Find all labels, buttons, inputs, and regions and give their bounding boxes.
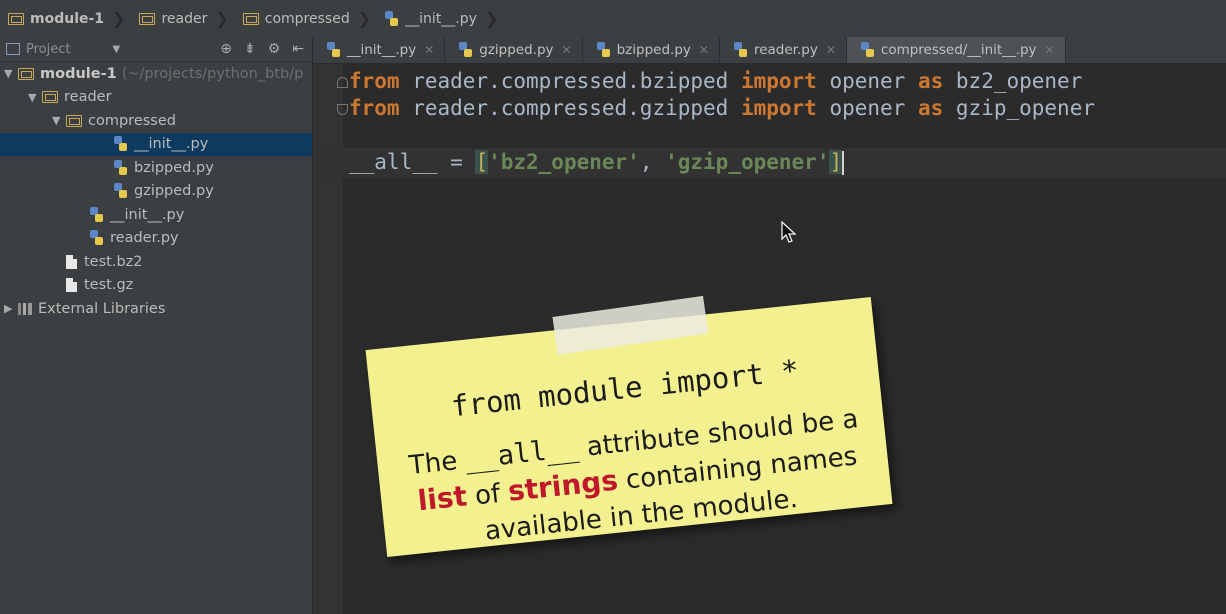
- tree-item[interactable]: test.bz2: [0, 250, 312, 274]
- python-file-icon: [385, 10, 399, 27]
- tree-item[interactable]: ▼ compressed: [0, 109, 312, 133]
- breadcrumb-module-1[interactable]: module-1 ❯: [0, 0, 131, 37]
- collapse-arrow-icon[interactable]: ▼: [4, 67, 18, 80]
- fold-marker-icon[interactable]: [337, 104, 348, 115]
- chevron-down-icon[interactable]: ▼: [112, 44, 120, 55]
- tree-item[interactable]: ▼ module-1 (~/projects/python_btb/p: [0, 62, 312, 86]
- tree-item-label: module-1: [40, 65, 117, 82]
- close-tab-icon[interactable]: ✕: [1045, 43, 1055, 57]
- package-icon: [139, 12, 156, 25]
- python-file-icon: [114, 183, 128, 199]
- editor-tab-label: gzipped.py: [479, 42, 554, 58]
- breadcrumb-init-py[interactable]: __init__.py ❯: [377, 0, 504, 37]
- collapse-arrow-icon[interactable]: ▼: [28, 91, 42, 104]
- tree-item-label: test.bz2: [84, 253, 143, 270]
- tree-item[interactable]: bzipped.py: [0, 156, 312, 180]
- tree-item-label: __init__.py: [134, 136, 209, 153]
- editor-tab[interactable]: bzipped.py ✕: [583, 37, 720, 63]
- python-file-icon: [90, 206, 104, 223]
- breadcrumb-reader[interactable]: reader ❯: [131, 0, 234, 37]
- library-icon: [18, 302, 32, 315]
- python-file-icon: [596, 42, 611, 58]
- text-caret: [842, 151, 845, 175]
- project-tree: ▼ module-1 (~/projects/python_btb/p ▼ reader…: [0, 62, 312, 321]
- gear-icon[interactable]: ⚙: [268, 41, 281, 57]
- project-panel-header: Project ▼ ⊕ ⇟ ⚙ ⇤: [0, 37, 312, 62]
- tree-item-label: __init__.py: [110, 206, 185, 223]
- tree-item-label: compressed: [88, 112, 176, 129]
- code-line-4: __all__ = ['bz2_opener', 'gzip_opener']: [349, 150, 845, 175]
- tree-item-label: bzipped.py: [134, 159, 214, 176]
- folder-icon: [42, 91, 58, 104]
- tree-item-label: External Libraries: [38, 300, 166, 317]
- close-tab-icon[interactable]: ✕: [699, 43, 709, 57]
- project-view-selector[interactable]: Project: [26, 42, 70, 57]
- code-content: from reader.compressed.bzipped import op…: [349, 68, 1095, 176]
- tree-item[interactable]: __init__.py: [0, 203, 312, 227]
- file-icon: [66, 278, 77, 293]
- file-icon: [66, 254, 77, 269]
- breadcrumb-separator-icon: ❯: [357, 9, 372, 28]
- editor-tab[interactable]: gzipped.py ✕: [445, 37, 583, 63]
- tree-item[interactable]: gzipped.py: [0, 180, 312, 204]
- tree-item-label: reader: [64, 89, 112, 106]
- close-tab-icon[interactable]: ✕: [826, 43, 836, 57]
- tree-item-label: reader.py: [110, 230, 179, 247]
- editor-tab-label: reader.py: [753, 42, 818, 58]
- mouse-pointer-icon: [781, 221, 797, 243]
- scroll-from-source-icon[interactable]: ⊕: [220, 41, 232, 57]
- python-file-icon: [327, 42, 341, 58]
- python-file-icon: [90, 230, 104, 246]
- tree-item[interactable]: test.gz: [0, 274, 312, 298]
- code-line-1: from reader.compressed.bzipped import op…: [349, 69, 1083, 93]
- close-tab-icon[interactable]: ✕: [424, 43, 434, 57]
- folder-icon: [18, 67, 34, 80]
- navigation-breadcrumb: module-1 ❯ reader ❯ compressed ❯ __init_…: [0, 0, 1226, 38]
- tree-item[interactable]: ▼ reader: [0, 86, 312, 110]
- python-file-icon: [459, 42, 473, 58]
- collapse-arrow-icon[interactable]: ▼: [52, 114, 66, 127]
- python-file-icon: [860, 42, 875, 58]
- editor-tab[interactable]: reader.py ✕: [720, 37, 847, 63]
- editor-tab-label: __init__.py: [347, 42, 417, 58]
- editor-tab[interactable]: compressed/__init__.py ✕: [846, 37, 1066, 63]
- tree-item-label: test.gz: [84, 277, 134, 294]
- editor-tab-label: compressed/__init__.py: [880, 42, 1037, 58]
- breadcrumb-separator-icon: ❯: [112, 9, 126, 28]
- python-file-icon: [114, 159, 128, 176]
- tree-item[interactable]: reader.py: [0, 227, 312, 251]
- editor-tab[interactable]: __init__.py ✕: [313, 37, 446, 63]
- tree-item[interactable]: ▶ External Libraries: [0, 297, 312, 321]
- close-tab-icon[interactable]: ✕: [562, 43, 572, 57]
- breadcrumb-separator-icon: ❯: [215, 9, 229, 28]
- hide-panel-icon[interactable]: ⇤: [292, 41, 304, 57]
- code-line-2: from reader.compressed.gzipped import op…: [349, 96, 1095, 120]
- editor-tab-label: bzipped.py: [616, 42, 691, 58]
- breadcrumb-separator-icon: ❯: [484, 9, 499, 28]
- python-file-icon: [733, 42, 748, 58]
- project-view-icon: [6, 43, 20, 55]
- package-icon: [242, 12, 259, 25]
- folder-icon: [66, 114, 82, 127]
- editor-tab-bar: __init__.py ✕ gzipped.py ✕ bzipped.py ✕ reader…: [313, 37, 1226, 64]
- fold-marker-icon[interactable]: [337, 77, 348, 88]
- tree-item-label: gzipped.py: [134, 183, 214, 200]
- collapse-all-icon[interactable]: ⇟: [244, 41, 256, 57]
- project-panel: Project ▼ ⊕ ⇟ ⚙ ⇤ ▼ module-1 (~/projects/p…: [0, 37, 313, 614]
- editor-gutter: [313, 64, 343, 614]
- tree-item-path-hint: (~/projects/python_btb/p: [121, 65, 304, 82]
- breadcrumb-compressed[interactable]: compressed ❯: [235, 0, 377, 37]
- expand-arrow-icon[interactable]: ▶: [4, 302, 18, 315]
- tree-item[interactable]: __init__.py: [0, 132, 312, 156]
- folder-icon: [8, 12, 24, 25]
- python-file-icon: [114, 136, 128, 152]
